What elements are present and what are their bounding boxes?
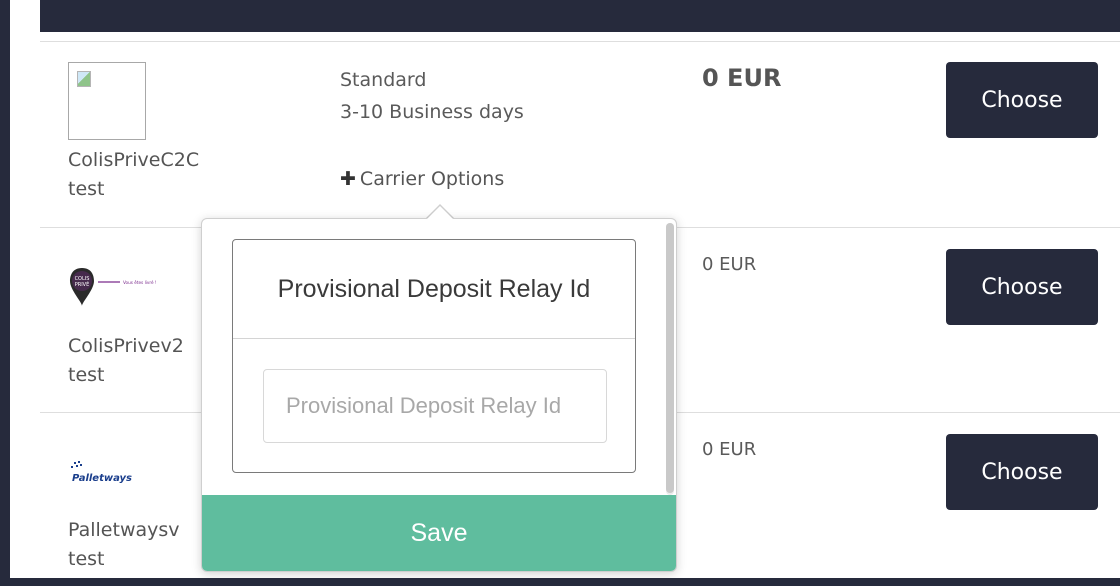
relay-id-input[interactable] [263,369,607,443]
choose-button[interactable]: Choose [946,249,1098,325]
carrier-price: 0 EUR [702,64,782,92]
carrier-price: 0 EUR [702,254,757,275]
choose-button[interactable]: Choose [946,434,1098,510]
carrier-name-text: ColisPrivev2 [68,335,184,357]
save-button[interactable]: Save [202,495,676,571]
palletways-logo-text: Palletways [72,473,132,484]
row-divider [40,41,1120,42]
carrier-options-label: Carrier Options [359,168,505,190]
carrier-name: ColisPrivev2 test [68,332,184,390]
choose-button[interactable]: Choose [946,62,1098,138]
relay-id-card: Provisional Deposit Relay Id [232,239,636,473]
carrier-options-toggle[interactable]: ✚ Carrier Options [340,168,504,190]
page-frame-bottom [0,578,1120,586]
carrier-name-text: Palletwaysv [68,519,180,541]
popover-scrollbar-thumb[interactable] [666,223,674,493]
page-frame-left [0,0,10,586]
service-name: Standard [340,69,427,91]
popover-arrow-inner [427,206,453,219]
carrier-name-text: ColisPriveC2C [68,149,200,171]
colisprive-tagline: Vous êtes livré ! [123,280,157,285]
carrier-price: 0 EUR [702,439,757,460]
carrier-sub-text: test [68,178,105,200]
svg-text:PRIVÉ: PRIVÉ [75,280,90,288]
broken-image-icon [77,71,91,87]
carrier-sub-text: test [68,548,105,570]
carrier-name: ColisPriveC2C test [68,146,199,204]
plus-icon: ✚ [340,168,356,190]
carrier-options-popover: Provisional Deposit Relay Id Save [201,218,677,572]
palletways-logo: Palletways [71,461,132,484]
relay-id-title: Provisional Deposit Relay Id [233,240,635,339]
relay-id-card-body [233,339,635,473]
carrier-name: Palletwaysv test [68,516,180,574]
carrier-sub-text: test [68,364,105,386]
service-delay: 3-10 Business days [340,101,524,123]
service-info: Standard 3-10 Business days [340,64,524,128]
carrier-logo-frame [68,62,146,140]
colisprive-logo: COLIS PRIVÉ Vous êtes livré ! [70,268,157,306]
header-bar [40,0,1120,32]
